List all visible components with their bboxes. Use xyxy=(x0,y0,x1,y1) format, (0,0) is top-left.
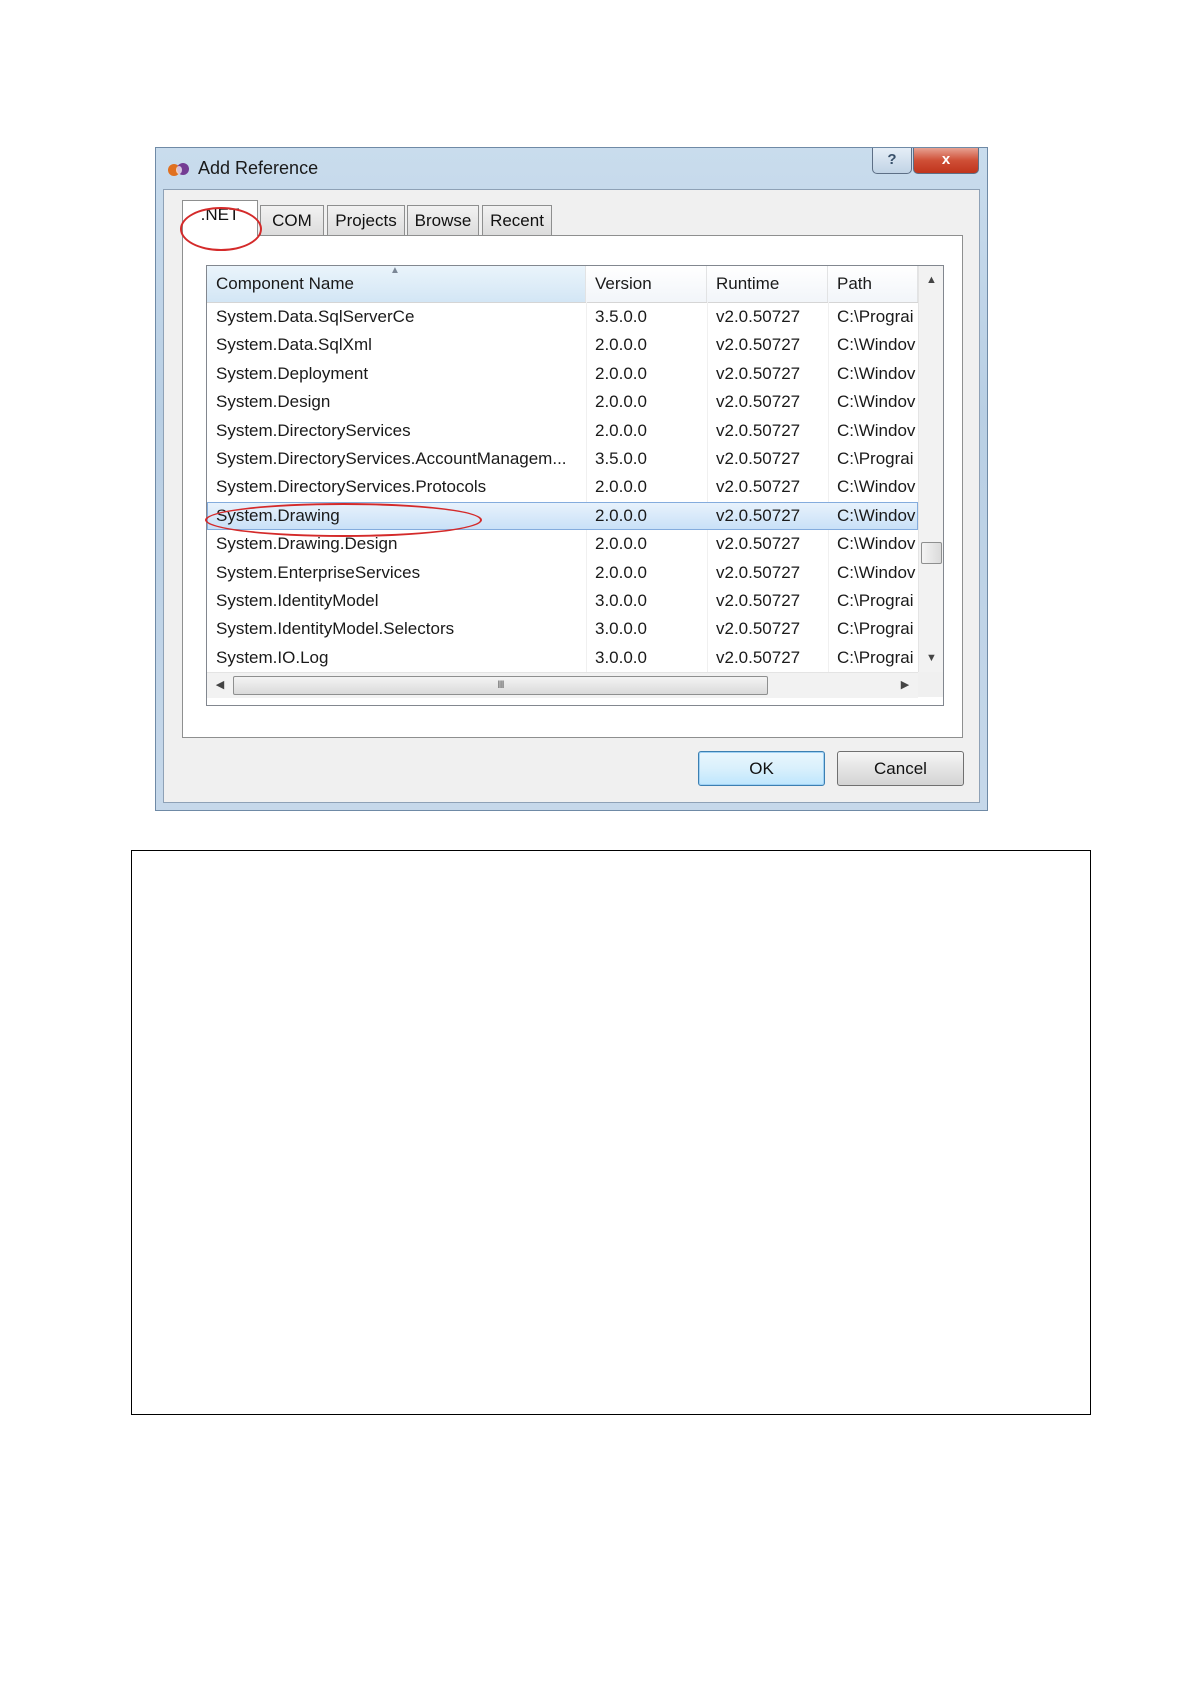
cell-path: C:\Windov xyxy=(837,392,916,412)
horizontal-scroll-thumb[interactable]: III xyxy=(233,676,768,695)
table-row[interactable]: System.DirectoryServices.Protocols 2.0.0.… xyxy=(207,473,918,501)
cell-path: C:\Prograi xyxy=(837,307,914,326)
table-row[interactable]: System.IdentityModel.Selectors 3.0.0.0 v2.… xyxy=(207,615,918,643)
cell-runtime: v2.0.50727 xyxy=(716,591,801,610)
cell-runtime: v2.0.50727 xyxy=(716,534,801,554)
cell-runtime: v2.0.50727 xyxy=(716,562,801,582)
cell-path: C:\Windov xyxy=(837,534,916,554)
cancel-button[interactable]: Cancel xyxy=(837,751,964,786)
cell-name: System.IdentityModel.Selectors xyxy=(216,619,455,639)
cell-runtime: v2.0.50727 xyxy=(716,505,801,525)
table-row[interactable]: System.IdentityModel 3.0.0.0 v2.0.50727 C:\… xyxy=(207,587,918,615)
list-header: ▲ Component Name Version Runtime Path xyxy=(207,266,918,303)
cell-runtime: v2.0.50727 xyxy=(716,392,801,412)
column-header-path[interactable]: Path xyxy=(828,266,918,302)
cell-runtime: v2.0.50727 xyxy=(716,449,801,468)
table-row[interactable]: System.DirectoryServices.AccountManagem.… xyxy=(207,445,918,473)
cell-path: C:\Windov xyxy=(837,363,916,383)
cell-version: 2.0.0.0 xyxy=(595,562,647,582)
scroll-up-arrow-icon[interactable]: ▲ xyxy=(919,268,943,292)
cell-path: C:\Prograi xyxy=(837,591,914,610)
vertical-scroll-thumb[interactable] xyxy=(921,542,942,564)
scroll-down-arrow-icon[interactable]: ▼ xyxy=(919,646,943,670)
cell-name: System.EnterpriseServices xyxy=(216,562,421,582)
cell-name: System.Design xyxy=(216,392,331,412)
cell-version: 3.0.0.0 xyxy=(595,647,647,667)
cell-path: C:\Prograi xyxy=(837,449,914,468)
cell-version: 3.0.0.0 xyxy=(595,619,647,639)
cell-name: System.IO.Log xyxy=(216,647,329,667)
empty-answer-box xyxy=(131,850,1091,1415)
table-row[interactable]: System.DirectoryServices 2.0.0.0 v2.0.5072… xyxy=(207,417,918,445)
cell-path: C:\Windov xyxy=(837,562,916,582)
add-reference-dialog: Add Reference ? x .NET COM Projects Brow… xyxy=(155,147,988,811)
cell-runtime: v2.0.50727 xyxy=(716,647,801,667)
cell-name: System.DirectoryServices xyxy=(216,420,411,440)
cell-version: 2.0.0.0 xyxy=(595,477,647,497)
cell-name: System.Data.SqlServerCe xyxy=(216,307,415,326)
cell-version: 2.0.0.0 xyxy=(595,392,647,412)
cell-version: 2.0.0.0 xyxy=(595,534,647,554)
cell-version: 3.0.0.0 xyxy=(595,591,647,610)
column-header-component-name[interactable]: ▲ Component Name xyxy=(207,266,586,302)
table-row[interactable]: System.Data.SqlXml 2.0.0.0 v2.0.50727 C:\Wi… xyxy=(207,331,918,359)
tab-net[interactable]: .NET xyxy=(182,200,258,236)
cell-runtime: v2.0.50727 xyxy=(716,307,801,326)
table-row[interactable]: System.Deployment 2.0.0.0 v2.0.50727 C:\Win… xyxy=(207,360,918,388)
cell-version: 2.0.0.0 xyxy=(595,505,647,525)
ok-button[interactable]: OK xyxy=(698,751,825,786)
table-row[interactable]: System.Drawing.Design 2.0.0.0 v2.0.50727 C:… xyxy=(207,530,918,558)
column-header-version[interactable]: Version xyxy=(586,266,707,302)
component-list[interactable]: ▲ Component Name Version Runtime Path Sy… xyxy=(206,265,944,706)
cell-path: C:\Windov xyxy=(837,335,916,355)
cell-name: System.DirectoryServices.Protocols xyxy=(216,477,487,497)
tab-com[interactable]: COM xyxy=(260,205,324,235)
vertical-scrollbar[interactable]: ▲ ▼ xyxy=(918,266,943,672)
title-bar[interactable]: Add Reference ? x xyxy=(156,148,987,190)
column-header-label: Component Name xyxy=(216,274,354,293)
close-button[interactable]: x xyxy=(913,148,979,174)
cell-path: C:\Prograi xyxy=(837,647,914,667)
cell-path: C:\Prograi xyxy=(837,619,914,639)
app-icon xyxy=(168,163,189,176)
scrollbar-corner xyxy=(918,672,943,697)
cell-runtime: v2.0.50727 xyxy=(716,420,801,440)
cell-runtime: v2.0.50727 xyxy=(716,477,801,497)
cell-runtime: v2.0.50727 xyxy=(716,619,801,639)
horizontal-scrollbar[interactable]: ◀ III ▶ xyxy=(207,672,918,698)
cell-name: System.Drawing.Design xyxy=(216,534,398,554)
help-button[interactable]: ? xyxy=(872,148,912,174)
cell-runtime: v2.0.50727 xyxy=(716,335,801,355)
scroll-left-arrow-icon[interactable]: ◀ xyxy=(209,673,231,698)
cell-version: 2.0.0.0 xyxy=(595,363,647,383)
cell-version: 2.0.0.0 xyxy=(595,335,647,355)
tab-recent[interactable]: Recent xyxy=(482,205,552,235)
table-row-selected[interactable]: System.Drawing 2.0.0.0 v2.0.50727 C:\Windov xyxy=(207,501,918,530)
tab-projects[interactable]: Projects xyxy=(327,205,405,235)
tab-browse[interactable]: Browse xyxy=(407,205,479,235)
table-row[interactable]: System.Data.SqlServerCe 3.5.0.0 v2.0.50727… xyxy=(207,303,918,331)
table-row[interactable]: System.EnterpriseServices 2.0.0.0 v2.0.507… xyxy=(207,559,918,587)
cell-version: 3.5.0.0 xyxy=(595,449,647,468)
cell-version: 3.5.0.0 xyxy=(595,307,647,326)
cell-version: 2.0.0.0 xyxy=(595,420,647,440)
cell-name: System.DirectoryServices.AccountManagem.… xyxy=(216,449,567,468)
table-row[interactable]: System.IO.Log 3.0.0.0 v2.0.50727 C:\Prograi xyxy=(207,644,918,672)
cell-path: C:\Windov xyxy=(837,477,916,497)
cell-name: System.IdentityModel xyxy=(216,591,379,610)
sort-ascending-icon: ▲ xyxy=(390,266,400,276)
column-header-runtime[interactable]: Runtime xyxy=(707,266,828,302)
cell-name: System.Deployment xyxy=(216,363,369,383)
cell-path: C:\Windov xyxy=(837,420,916,440)
table-row[interactable]: System.Design 2.0.0.0 v2.0.50727 C:\Windov xyxy=(207,388,918,416)
cell-name: System.Drawing xyxy=(216,505,340,525)
cell-path: C:\Windov xyxy=(837,505,916,525)
scroll-right-arrow-icon[interactable]: ▶ xyxy=(894,673,916,698)
window-title: Add Reference xyxy=(198,158,319,178)
cell-runtime: v2.0.50727 xyxy=(716,363,801,383)
cell-name: System.Data.SqlXml xyxy=(216,335,372,355)
